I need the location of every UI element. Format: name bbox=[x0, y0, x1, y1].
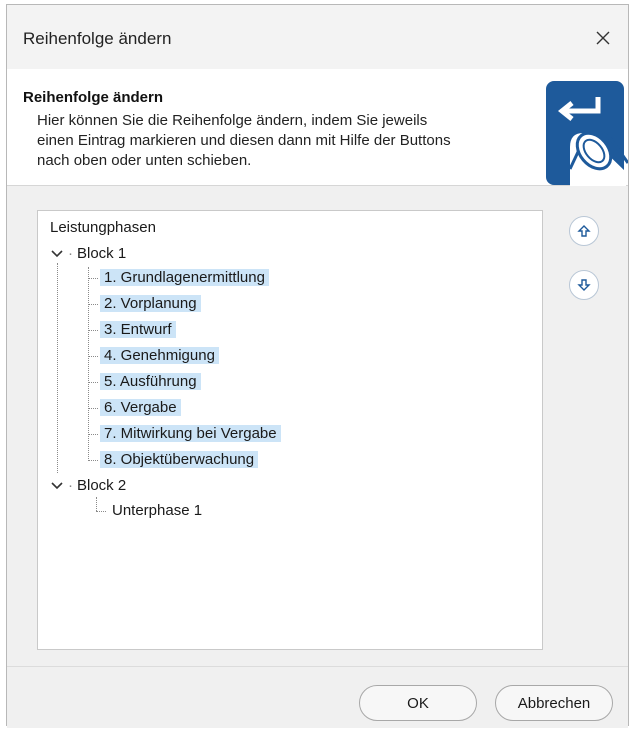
chevron-down-icon[interactable] bbox=[50, 479, 64, 493]
close-button[interactable] bbox=[588, 23, 618, 53]
tree-connector bbox=[96, 511, 106, 512]
tree-item[interactable]: 6. Vergabe bbox=[100, 397, 181, 419]
tree-guide-line bbox=[96, 497, 97, 511]
header-title: Reihenfolge ändern bbox=[23, 89, 164, 106]
tree-connector bbox=[88, 460, 98, 461]
move-down-button[interactable] bbox=[569, 270, 599, 300]
tree-node-block-2[interactable]: · Block 2 bbox=[68, 475, 130, 497]
window-title: Reihenfolge ändern bbox=[23, 29, 172, 48]
tree-view[interactable]: Leistungphasen · Block 1 1. Grundlagenerm… bbox=[37, 210, 543, 650]
content-area: Leistungphasen · Block 1 1. Grundlagenerm… bbox=[7, 186, 628, 666]
enter-key-touch-icon bbox=[528, 77, 628, 187]
move-up-button[interactable] bbox=[569, 216, 599, 246]
chevron-down-icon[interactable] bbox=[50, 247, 64, 261]
arrow-down-icon bbox=[577, 279, 591, 291]
title-bar: Reihenfolge ändern bbox=[7, 5, 628, 70]
tree-node-label: Block 1 bbox=[77, 245, 127, 262]
tree-connector bbox=[88, 434, 98, 435]
tree-node-block-1[interactable]: · Block 1 bbox=[68, 243, 130, 265]
tree-connector bbox=[88, 304, 98, 305]
tree-connector bbox=[88, 408, 98, 409]
header-description: Hier können Sie die Reihenfolge ändern, … bbox=[37, 112, 451, 169]
tree-item[interactable]: 3. Entwurf bbox=[100, 319, 176, 341]
close-icon bbox=[596, 31, 610, 45]
tree-item[interactable]: 5. Ausführung bbox=[100, 371, 201, 393]
arrow-up-icon bbox=[577, 225, 591, 237]
dialog-footer: OK Abbrechen bbox=[7, 666, 628, 728]
tree-connector bbox=[88, 356, 98, 357]
tree-connector bbox=[88, 330, 98, 331]
tree-connector bbox=[88, 278, 98, 279]
tree-item[interactable]: 7. Mitwirkung bei Vergabe bbox=[100, 423, 281, 445]
dialog-window: Reihenfolge ändern Reihenfolge ändern Hi… bbox=[6, 4, 629, 728]
ok-button[interactable]: OK bbox=[359, 685, 477, 721]
dialog-header: Reihenfolge ändern Hier können Sie die R… bbox=[7, 69, 628, 187]
tree-item[interactable]: 2. Vorplanung bbox=[100, 293, 201, 315]
tree-connector bbox=[88, 382, 98, 383]
tree-item[interactable]: Unterphase 1 bbox=[108, 500, 206, 522]
tree-item[interactable]: 8. Objektüberwachung bbox=[100, 449, 259, 471]
tree-guide-line bbox=[88, 267, 89, 461]
tree-node-label: Block 2 bbox=[77, 477, 127, 494]
tree-item[interactable]: 4. Genehmigung bbox=[100, 345, 219, 367]
tree-item[interactable]: 1. Grundlagenermittlung bbox=[100, 267, 269, 289]
cancel-button[interactable]: Abbrechen bbox=[495, 685, 613, 721]
tree-root-label: Leistungphasen bbox=[50, 219, 156, 236]
tree-guide-line bbox=[57, 263, 58, 473]
